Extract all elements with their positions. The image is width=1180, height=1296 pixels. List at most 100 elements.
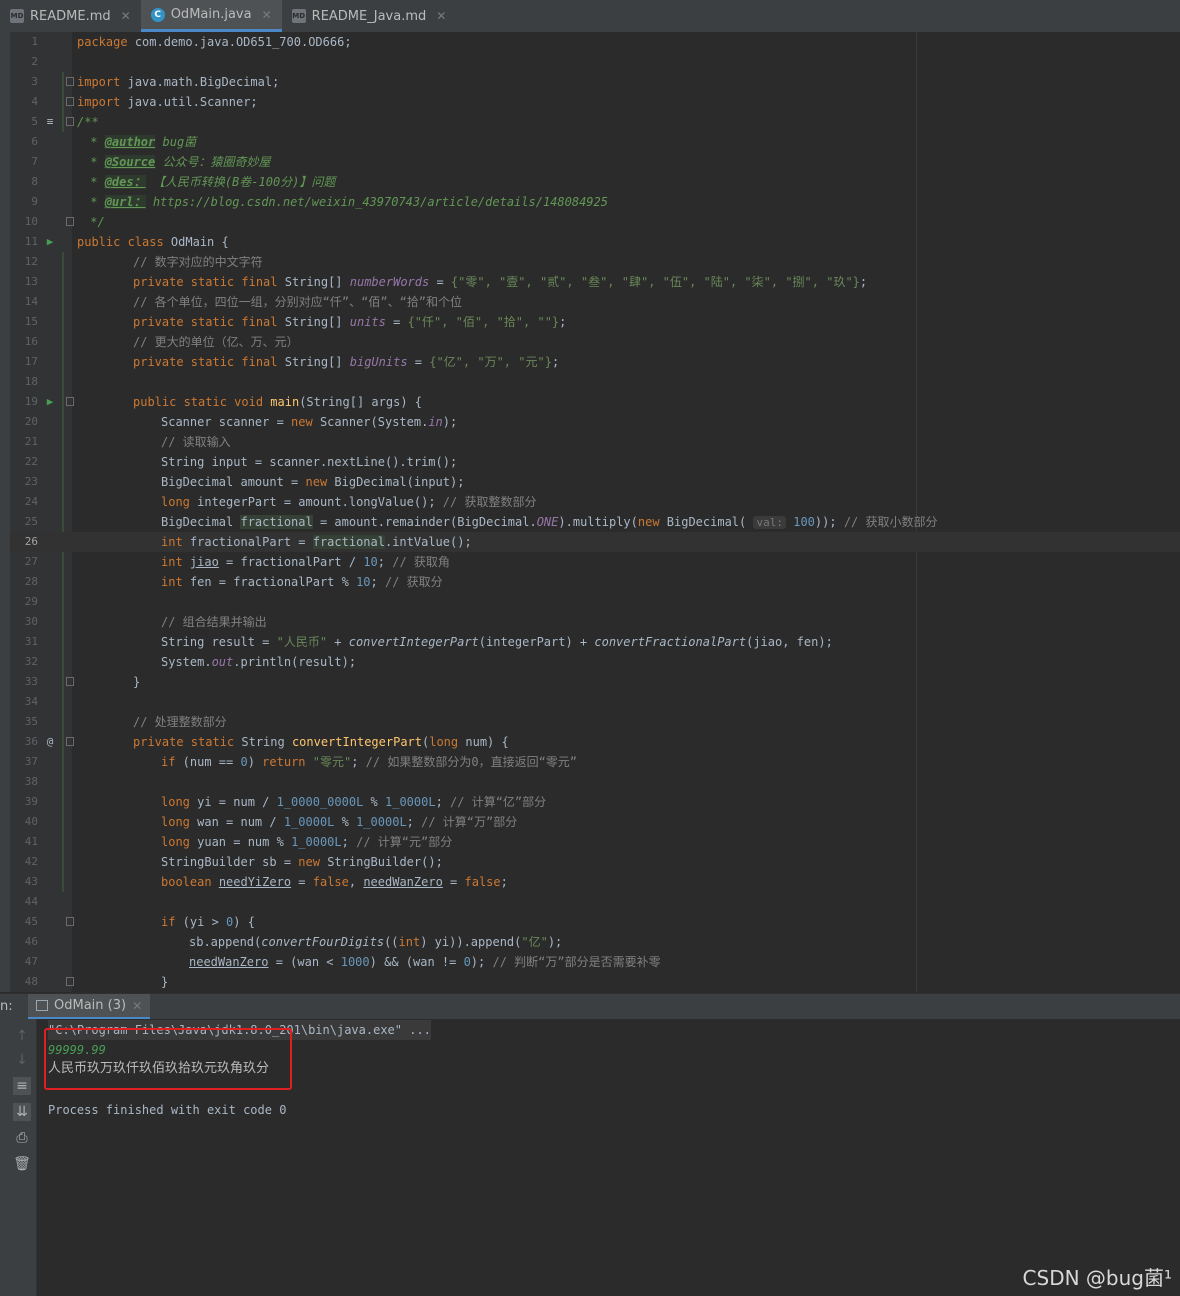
code-line[interactable]: 32 System.out.println(result); (10, 652, 1180, 672)
line-number: 33 (24, 675, 38, 688)
print-icon[interactable]: ⎙ (13, 1129, 31, 1147)
line-number: 1 (31, 35, 38, 48)
code-line[interactable]: 45 if (yi > 0) { (10, 912, 1180, 932)
soft-wrap-icon[interactable]: ≡ (13, 1077, 31, 1095)
code-line[interactable]: 41 long yuan = num % 1_0000L; // 计算“元”部分 (10, 832, 1180, 852)
code-text: BigDecimal fractional = amount.remainder… (161, 515, 938, 529)
code-line[interactable]: 31 String result = "人民币" + convertInteger… (10, 632, 1180, 652)
down-arrow-icon[interactable]: ↓ (13, 1051, 31, 1069)
code-line[interactable]: 5 ≡ /** (10, 112, 1180, 132)
scroll-to-end-icon[interactable]: ⇊ (13, 1103, 31, 1121)
code-line[interactable]: 12 // 数字对应的中文字符 (10, 252, 1180, 272)
line-number: 4 (31, 95, 38, 108)
code-text: int jiao = fractionalPart / 10; // 获取角 (161, 555, 450, 569)
close-icon[interactable]: ✕ (121, 9, 131, 23)
code-line[interactable]: 40 long wan = num / 1_0000L % 1_0000L; //… (10, 812, 1180, 832)
doc-render-icon[interactable]: ≡ (43, 112, 57, 132)
code-line[interactable]: 30 // 组合结果并输出 (10, 612, 1180, 632)
fold-marker-icon[interactable] (66, 737, 74, 746)
code-line[interactable]: 27 int jiao = fractionalPart / 10; // 获取角 (10, 552, 1180, 572)
code-line[interactable]: 6 * @author bug菌 (10, 132, 1180, 152)
run-toolbar: ↑ ↓ ≡ ⇊ ⎙ 🗑 (0, 1019, 37, 1296)
fold-marker-icon[interactable] (66, 397, 74, 406)
code-line[interactable]: 25 BigDecimal fractional = amount.remaind… (10, 512, 1180, 532)
code-line[interactable]: 4 import java.util.Scanner; (10, 92, 1180, 112)
code-line[interactable]: 19 ▶ public static void main(String[] args… (10, 392, 1180, 412)
tab-readme-java-md[interactable]: MD README_Java.md ✕ (282, 0, 457, 32)
up-arrow-icon[interactable]: ↑ (13, 1027, 31, 1045)
line-number: 34 (24, 695, 38, 708)
run-tab-label: OdMain (3) (54, 998, 127, 1013)
code-line[interactable]: 28 int fen = fractionalPart % 10; // 获取分 (10, 572, 1180, 592)
code-text: } (133, 675, 141, 689)
line-number: 22 (24, 455, 38, 468)
code-line[interactable]: 47 needWanZero = (wan < 1000) && (wan != … (10, 952, 1180, 972)
code-line[interactable]: 23 BigDecimal amount = new BigDecimal(inp… (10, 472, 1180, 492)
code-line[interactable]: 43 boolean needYiZero = false, needWanZer… (10, 872, 1180, 892)
code-line[interactable]: 34 (10, 692, 1180, 712)
code-line[interactable]: 42 StringBuilder sb = new StringBuilder()… (10, 852, 1180, 872)
line-number: 5 (31, 115, 38, 128)
code-line[interactable]: 18 (10, 372, 1180, 392)
code-line[interactable]: 9 * @url： https://blog.csdn.net/weixin_4… (10, 192, 1180, 212)
code-line[interactable]: 29 (10, 592, 1180, 612)
code-line[interactable]: 3 import java.math.BigDecimal; (10, 72, 1180, 92)
code-line[interactable]: 10 */ (10, 212, 1180, 232)
code-text: sb.append(convertFourDigits((int) yi)).a… (189, 935, 563, 949)
trash-icon[interactable]: 🗑 (13, 1155, 31, 1173)
code-line[interactable]: 38 (10, 772, 1180, 792)
close-icon[interactable]: ✕ (436, 9, 446, 23)
line-number: 40 (24, 815, 38, 828)
line-number: 11 (24, 235, 38, 248)
tab-readme-md[interactable]: MD README.md ✕ (0, 0, 141, 32)
code-text: String input = scanner.nextLine().trim()… (161, 455, 458, 469)
code-line[interactable]: 39 long yi = num / 1_0000_0000L % 1_0000L… (10, 792, 1180, 812)
code-line[interactable]: 16 // 更大的单位（亿、万、元） (10, 332, 1180, 352)
code-line[interactable]: 37 if (num == 0) return "零元"; // 如果整数部分为0… (10, 752, 1180, 772)
code-text: long yuan = num % 1_0000L; // 计算“元”部分 (161, 835, 453, 849)
code-line[interactable]: 22 String input = scanner.nextLine().trim… (10, 452, 1180, 472)
fold-marker-icon[interactable] (66, 97, 74, 106)
console-exit-line: Process finished with exit code 0 (48, 1103, 287, 1117)
code-line[interactable]: 46 sb.append(convertFourDigits((int) yi))… (10, 932, 1180, 952)
tab-odmain-java[interactable]: C OdMain.java ✕ (140, 0, 282, 32)
line-number: 16 (24, 335, 38, 348)
code-line[interactable]: 15 private static final String[] units = … (10, 312, 1180, 332)
code-line[interactable]: 35 // 处理整数部分 (10, 712, 1180, 732)
code-line[interactable]: 48} (10, 972, 1180, 992)
run-gutter-icon[interactable]: ▶ (43, 232, 57, 252)
code-line[interactable]: 21 // 读取输入 (10, 432, 1180, 452)
close-icon[interactable]: ✕ (262, 8, 272, 22)
code-text: int fractionalPart = fractional.intValue… (161, 535, 472, 549)
fold-marker-icon[interactable] (66, 77, 74, 86)
code-line[interactable]: 26 int fractionalPart = fractional.intVal… (10, 532, 1180, 552)
code-line[interactable]: 7 * @Source 公众号：猿圈奇妙屋 (10, 152, 1180, 172)
fold-marker-icon[interactable] (66, 917, 74, 926)
line-number: 9 (31, 195, 38, 208)
code-text: // 更大的单位（亿、万、元） (133, 335, 299, 349)
fold-marker-icon[interactable] (66, 677, 74, 686)
run-gutter-icon[interactable]: ▶ (43, 392, 57, 412)
code-line[interactable]: 13 private static final String[] numberWo… (10, 272, 1180, 292)
run-panel-header: n: OdMain (3) ✕ (0, 993, 1180, 1020)
code-text: // 组合结果并输出 (161, 615, 267, 629)
code-line[interactable]: 20 Scanner scanner = new Scanner(System.i… (10, 412, 1180, 432)
code-text: * @des： 【人民币转换(B卷-100分)】问题 (83, 175, 336, 189)
fold-marker-icon[interactable] (66, 977, 74, 986)
code-line[interactable]: 36 @ private static String convertIntegerP… (10, 732, 1180, 752)
code-line[interactable]: 11 ▶ public class OdMain { (10, 232, 1180, 252)
code-line[interactable]: 14 // 各个单位，四位一组，分别对应“仟”、“佰”、“拾”和个位 (10, 292, 1180, 312)
run-tab-odmain[interactable]: OdMain (3) ✕ (28, 994, 151, 1020)
code-line[interactable]: 44 (10, 892, 1180, 912)
code-line[interactable]: 8 * @des： 【人民币转换(B卷-100分)】问题 (10, 172, 1180, 192)
close-icon[interactable]: ✕ (132, 999, 142, 1013)
fold-marker-icon[interactable] (66, 117, 74, 126)
code-line[interactable]: 2 (10, 52, 1180, 72)
code-line[interactable]: 33} (10, 672, 1180, 692)
code-line[interactable]: 24 long integerPart = amount.longValue();… (10, 492, 1180, 512)
code-line[interactable]: 17 private static final String[] bigUnits… (10, 352, 1180, 372)
fold-marker-icon[interactable] (66, 217, 74, 226)
override-gutter-icon[interactable]: @ (43, 732, 57, 752)
code-line[interactable]: 1 package com.demo.java.OD651_700.OD666; (10, 32, 1180, 52)
code-editor[interactable]: 1 package com.demo.java.OD651_700.OD666; 2… (10, 32, 1180, 992)
